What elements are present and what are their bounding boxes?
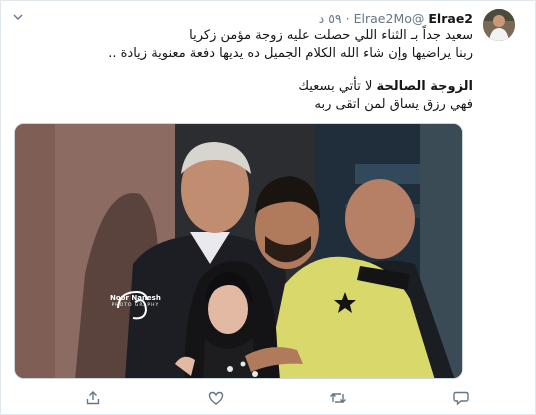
tweet-actions — [1, 387, 536, 409]
photo-illustration — [15, 124, 462, 378]
share-icon[interactable] — [83, 389, 103, 407]
tweet-header: Elrae2 @Elrae2Mo · ٥٩ د — [319, 9, 473, 27]
author-handle[interactable]: @Elrae2Mo — [354, 11, 425, 26]
tweet-card: Elrae2 @Elrae2Mo · ٥٩ د سعيد جداً بـ الث… — [0, 0, 536, 415]
retweet-icon[interactable] — [328, 389, 348, 407]
tweet-text-line-4: فهي رزق يساق لمن اتقى ربه — [314, 97, 474, 112]
watermark-sub: PHOTO GRAPHY — [111, 303, 160, 308]
bold-phrase: الزوجة الصالحة — [376, 79, 473, 94]
tweet-text-line-2: ربنا يراضيها وإن شاء الله الكلام الجميل … — [108, 46, 473, 61]
line-3-rest: لا تأتي بسعيك — [298, 79, 373, 94]
avatar[interactable] — [483, 9, 515, 41]
separator-dot: · — [345, 10, 350, 26]
tweet-timestamp[interactable]: ٥٩ د — [319, 11, 342, 26]
heart-icon[interactable] — [206, 389, 226, 407]
author-name[interactable]: Elrae2 — [428, 11, 473, 26]
photo-watermark: Noor Nanesh PHOTO GRAPHY — [110, 294, 161, 310]
reply-icon[interactable] — [451, 389, 471, 407]
chevron-down-icon[interactable] — [12, 11, 24, 23]
tweet-photo[interactable]: Noor Nanesh PHOTO GRAPHY — [14, 123, 463, 379]
tweet-text-line-1: سعيد جداً بـ الثناء اللي حصلت عليه زوجة … — [189, 28, 473, 43]
watermark-name: Noor Nanesh — [110, 294, 161, 302]
tweet-text-line-3: الزوجة الصالحة لا تأتي بسعيك — [298, 78, 473, 96]
